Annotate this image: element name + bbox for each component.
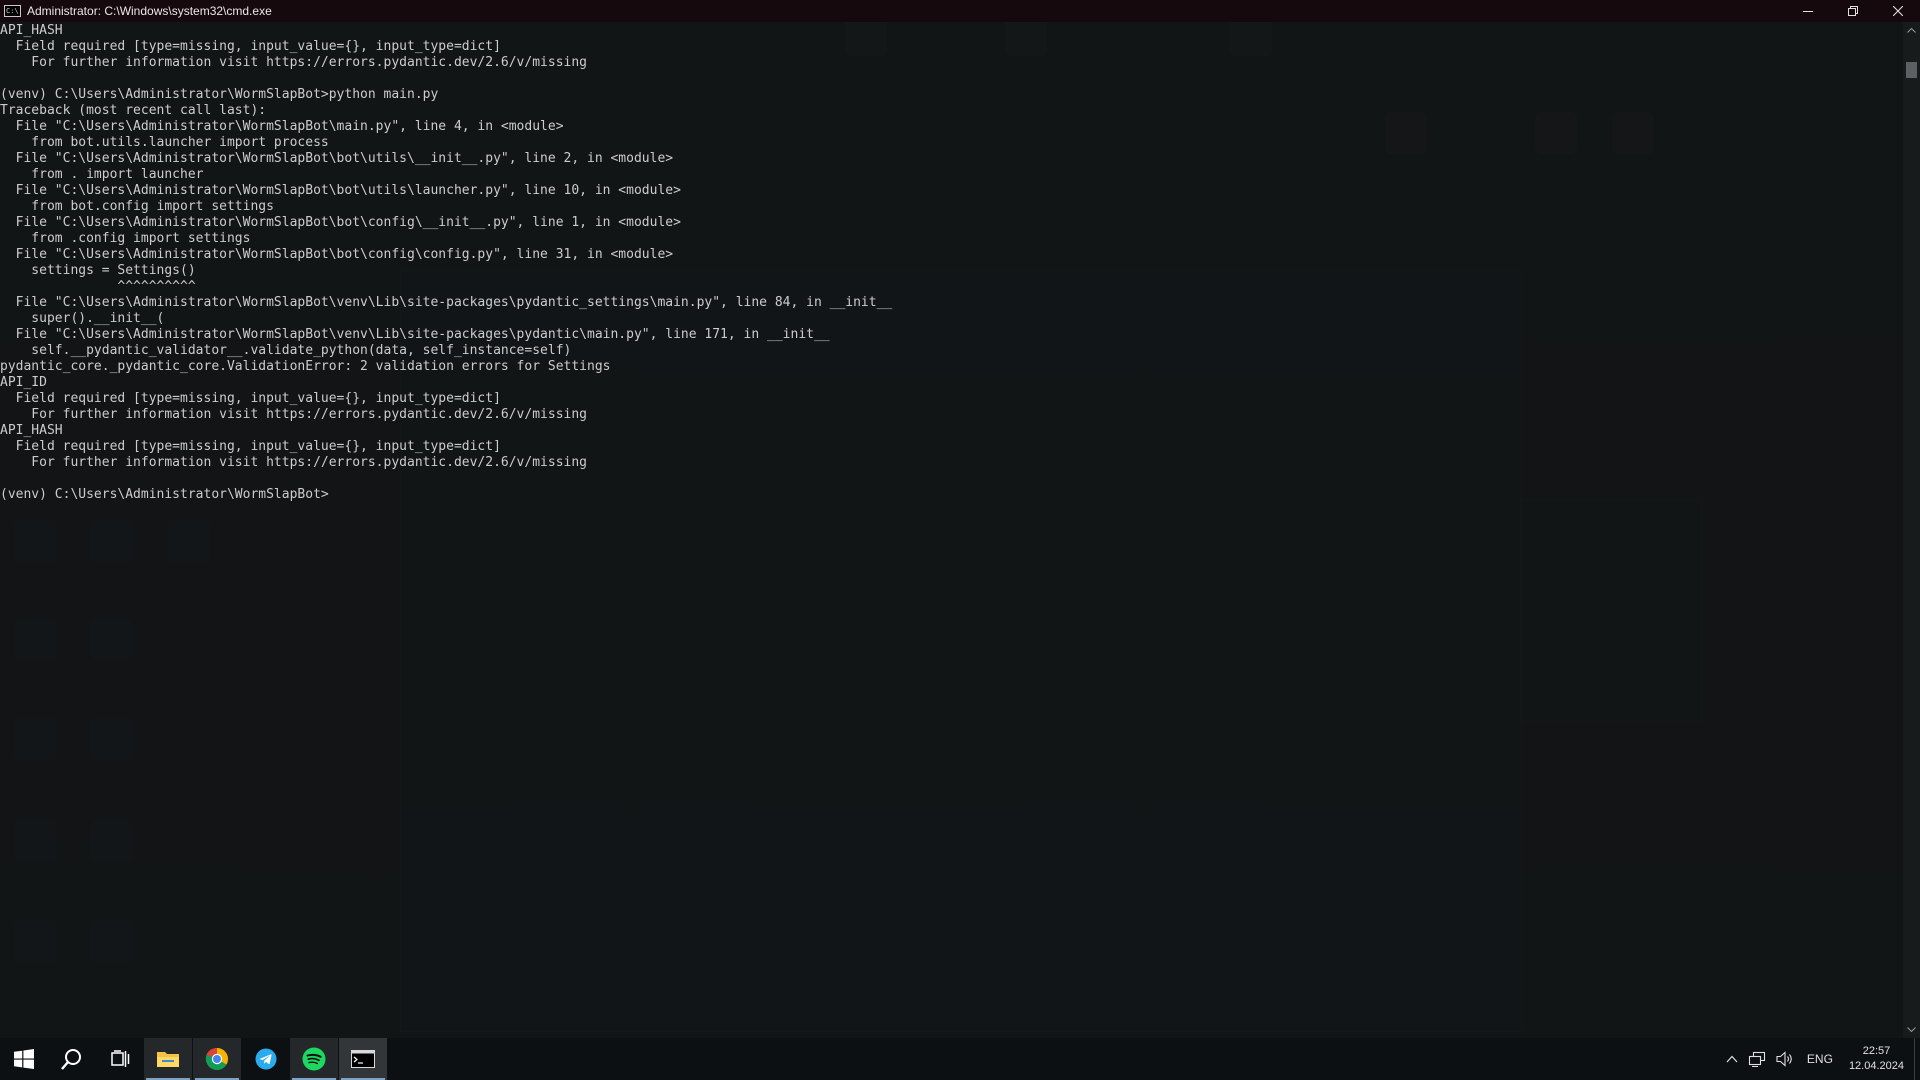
task-view-button[interactable] [96,1038,144,1080]
folder-icon [157,1052,179,1067]
console-line: (venv) C:\Users\Administrator\WormSlapBo… [0,87,439,102]
console-line: from bot.utils.launcher import process [0,135,329,150]
show-hidden-icons-button[interactable] [1721,1038,1743,1080]
console-line: For further information visit https://er… [0,455,587,470]
console-line: Field required [type=missing, input_valu… [0,439,501,454]
chevron-up-icon [1907,28,1916,33]
taskbar-file-explorer[interactable] [144,1038,192,1080]
console-line: ^^^^^^^^^^ [0,279,196,294]
scroll-thumb[interactable] [1906,62,1917,78]
console-text: API_HASH Field required [type=missing, i… [0,22,1902,503]
console-line: File "C:\Users\Administrator\WormSlapBot… [0,215,681,230]
taskbar: ENG 22:57 12.04.2024 [0,1038,1920,1080]
terminal-icon [351,1050,375,1068]
console-line: API_ID [0,375,47,390]
title-bar[interactable]: C:\ Administrator: C:\Windows\system32\c… [0,0,1920,22]
chevron-up-icon [1726,1055,1738,1063]
volume-icon [1776,1051,1792,1067]
input-language-indicator[interactable]: ENG [1799,1052,1841,1066]
console-line: from . import launcher [0,167,204,182]
minimize-icon [1802,11,1813,12]
window-title: Administrator: C:\Windows\system32\cmd.e… [27,4,272,18]
console-line: super().__init__( [0,311,165,326]
task-view-icon [111,1050,130,1067]
telegram-icon [255,1048,277,1070]
console-line: File "C:\Users\Administrator\WormSlapBot… [0,183,681,198]
spotify-icon [302,1047,326,1071]
console-line: Field required [type=missing, input_valu… [0,391,501,406]
clock-time: 22:57 [1862,1045,1891,1057]
chrome-icon [205,1047,228,1070]
volume-button[interactable] [1771,1038,1799,1080]
console-line: pydantic_core._pydantic_core.ValidationE… [0,359,611,374]
console-line: self.__pydantic_validator__.validate_pyt… [0,343,572,358]
clock[interactable]: 22:57 12.04.2024 [1841,1044,1910,1074]
console-line: API_HASH [0,23,63,38]
windows-logo-icon [14,1049,34,1069]
console-line: File "C:\Users\Administrator\WormSlapBot… [0,295,893,310]
console-line: (venv) C:\Users\Administrator\WormSlapBo… [0,487,329,502]
taskbar-chrome[interactable] [193,1038,241,1080]
console-line: API_HASH [0,423,63,438]
search-button[interactable] [48,1038,96,1080]
console-line: For further information visit https://er… [0,55,587,70]
console-line: Traceback (most recent call last): [0,103,267,118]
taskbar-telegram[interactable] [242,1038,290,1080]
console-line: File "C:\Users\Administrator\WormSlapBot… [0,119,564,134]
show-desktop-button[interactable] [1914,1038,1920,1080]
console-line: Field required [type=missing, input_valu… [0,39,501,54]
cmd-window[interactable]: C:\ Administrator: C:\Windows\system32\c… [0,0,1920,1038]
restore-icon [1847,6,1858,16]
console-output[interactable]: API_HASH Field required [type=missing, i… [0,22,1902,1038]
close-icon [1892,6,1903,16]
console-line: File "C:\Users\Administrator\WormSlapBot… [0,327,830,342]
network-icon [1748,1051,1765,1067]
taskbar-spotify[interactable] [290,1038,338,1080]
chevron-down-icon [1907,1027,1916,1032]
vertical-scrollbar[interactable] [1903,22,1920,1038]
minimize-button[interactable] [1785,0,1830,22]
close-button[interactable] [1875,0,1920,22]
system-tray: ENG 22:57 12.04.2024 [1721,1038,1910,1080]
restore-button[interactable] [1830,0,1875,22]
console-line: settings = Settings() [0,263,196,278]
cmd-app-icon: C:\ [4,5,21,17]
console-line: from bot.config import settings [0,199,274,214]
search-icon [61,1049,81,1070]
console-line: File "C:\Users\Administrator\WormSlapBot… [0,151,674,166]
console-line: from .config import settings [0,231,251,246]
console-line: For further information visit https://er… [0,407,587,422]
scroll-down-button[interactable] [1903,1021,1920,1038]
network-button[interactable] [1743,1038,1771,1080]
taskbar-cmd[interactable] [339,1038,387,1080]
window-controls [1785,0,1920,22]
console-line: File "C:\Users\Administrator\WormSlapBot… [0,247,674,262]
start-button[interactable] [0,1038,48,1080]
scroll-up-button[interactable] [1903,22,1920,39]
clock-date: 12.04.2024 [1848,1060,1904,1072]
